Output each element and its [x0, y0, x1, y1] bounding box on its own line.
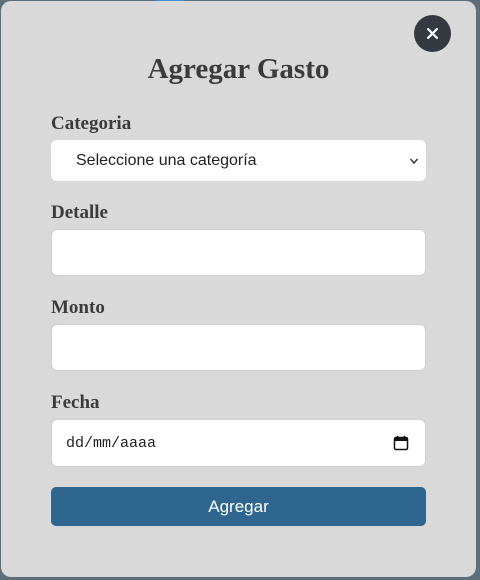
category-select-value: Seleccione una categoría [76, 151, 257, 169]
close-icon [427, 28, 438, 39]
amount-label: Monto [51, 297, 105, 318]
close-button[interactable] [414, 15, 451, 52]
detail-input[interactable] [51, 229, 426, 276]
date-input[interactable]: dd/mm/aaaa [51, 419, 426, 467]
category-label: Categoria [51, 113, 132, 134]
modal-title: Agregar Gasto [147, 53, 330, 85]
detail-label: Detalle [51, 202, 108, 223]
add-button[interactable]: Agregar [51, 487, 426, 526]
calendar-icon[interactable] [393, 435, 409, 451]
date-placeholder: dd/mm/aaaa [66, 434, 157, 452]
add-expense-modal: Agregar Gasto Categoria Seleccione una c… [1, 1, 476, 577]
date-label: Fecha [51, 392, 100, 413]
chevron-down-icon [409, 158, 419, 165]
amount-input[interactable] [51, 324, 426, 371]
category-select[interactable]: Seleccione una categoría [51, 140, 426, 181]
